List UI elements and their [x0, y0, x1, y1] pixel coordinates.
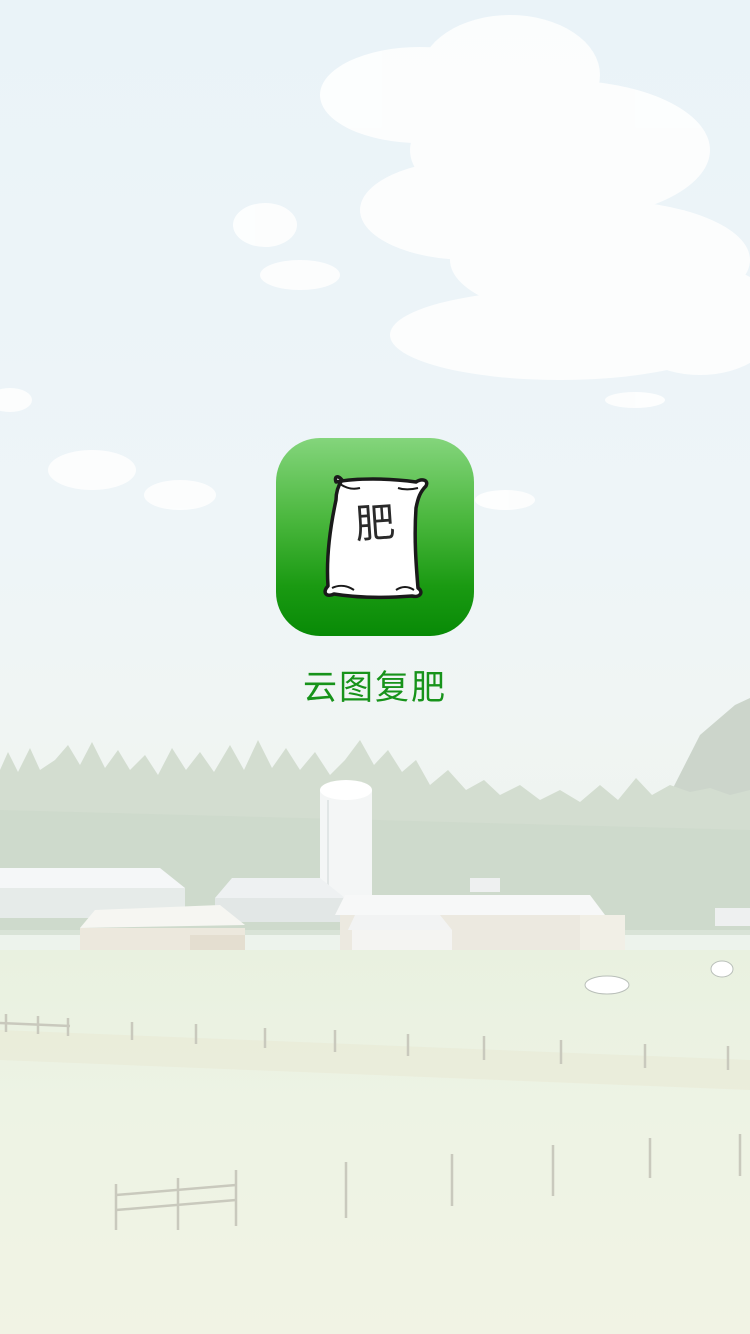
app-name: 云图复肥: [303, 668, 447, 708]
clouds: [0, 15, 750, 510]
app-logo: 肥: [276, 438, 474, 636]
splash-screen: 肥 云图复肥: [0, 0, 750, 1334]
